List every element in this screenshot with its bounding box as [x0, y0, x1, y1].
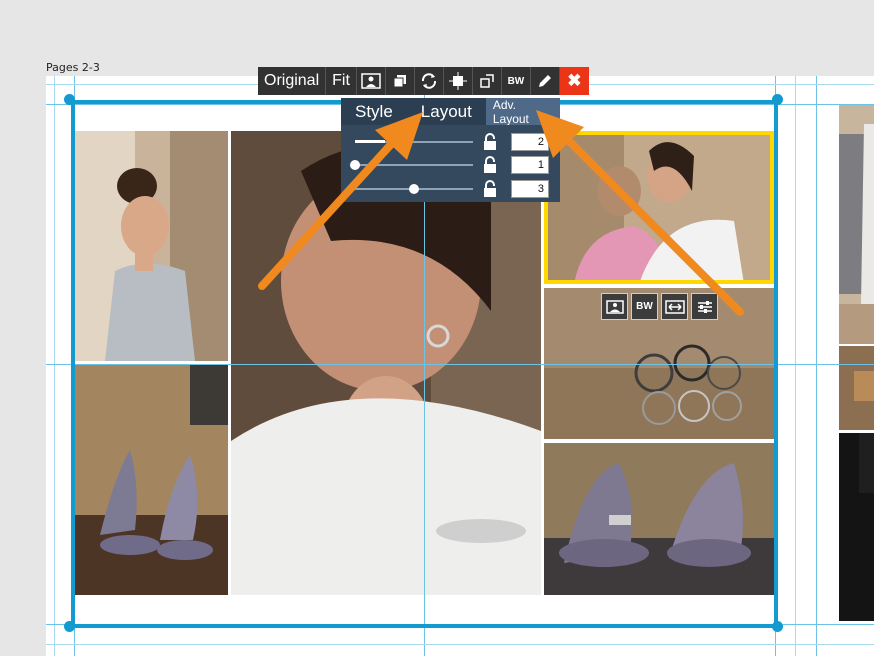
rotate-icon: [421, 73, 436, 89]
resize-handle-top-left[interactable]: [64, 94, 75, 105]
photo-edit-button[interactable]: [601, 293, 628, 320]
slider-value-input[interactable]: 1: [511, 156, 549, 174]
spread-toolbar: Original Fit BW ✖: [258, 67, 589, 95]
slider-knob[interactable]: [350, 160, 360, 170]
slider-row: 3: [353, 180, 550, 198]
fit-button[interactable]: Fit: [326, 67, 357, 95]
photo-adjust-button[interactable]: [691, 293, 718, 320]
rotate-button[interactable]: [415, 67, 444, 95]
photo-partial-middle[interactable]: [839, 346, 874, 430]
panel-tabs: Style Layout Adv. Layout: [341, 98, 560, 126]
lock-open-icon[interactable]: [483, 156, 497, 174]
tab-layout[interactable]: Layout: [407, 98, 486, 125]
bw-button[interactable]: BW: [502, 67, 531, 95]
guide-line: [816, 76, 817, 656]
slider-value-input[interactable]: 2: [511, 133, 549, 151]
slider-row: 1: [350, 156, 550, 174]
photo-bw-button[interactable]: BW: [631, 293, 658, 320]
popout-icon: [480, 74, 494, 88]
tab-style[interactable]: Style: [341, 98, 407, 125]
photo-swap-button[interactable]: [661, 293, 688, 320]
panel-body: 2 1 3: [341, 125, 560, 202]
edit-photo-icon: [605, 299, 624, 314]
original-button[interactable]: Original: [258, 67, 327, 95]
adjust-icon: [697, 300, 712, 313]
photo-partial-bottom[interactable]: [839, 433, 874, 621]
slider-track[interactable]: [355, 164, 473, 166]
resize-handle-bottom-right[interactable]: [772, 621, 783, 632]
popout-button[interactable]: [473, 67, 502, 95]
layout-panel: Style Layout Adv. Layout 2 1 3: [341, 98, 560, 202]
slider-fill: [355, 140, 385, 143]
pencil-button[interactable]: [531, 67, 560, 95]
lock-open-icon[interactable]: [483, 180, 497, 198]
pages-label: Pages 2-3: [46, 61, 100, 74]
duplicate-button[interactable]: [386, 67, 415, 95]
guide-line: [46, 644, 874, 645]
close-button[interactable]: ✖: [559, 67, 589, 95]
slider-knob[interactable]: [409, 184, 419, 194]
duplicate-icon: [393, 75, 406, 88]
resize-handle-top-right[interactable]: [772, 94, 783, 105]
slider-row: 2: [353, 133, 550, 151]
resize-handle-bottom-left[interactable]: [64, 621, 75, 632]
center-button[interactable]: [444, 67, 473, 95]
edit-photo-icon: [361, 73, 381, 89]
photo-dresses-partial[interactable]: [839, 104, 874, 344]
lock-open-icon[interactable]: [483, 133, 497, 151]
guide-line: [54, 76, 55, 656]
bw-icon: BW: [636, 301, 653, 312]
pencil-icon: [538, 75, 551, 87]
slider-value-input[interactable]: 3: [511, 180, 549, 198]
edit-photo-button[interactable]: [357, 67, 386, 95]
guide-line: [795, 76, 796, 656]
tab-adv-layout[interactable]: Adv. Layout: [485, 98, 560, 126]
swap-icon: [664, 299, 685, 314]
photo-toolbar: BW: [601, 293, 718, 320]
center-icon: [448, 72, 467, 90]
